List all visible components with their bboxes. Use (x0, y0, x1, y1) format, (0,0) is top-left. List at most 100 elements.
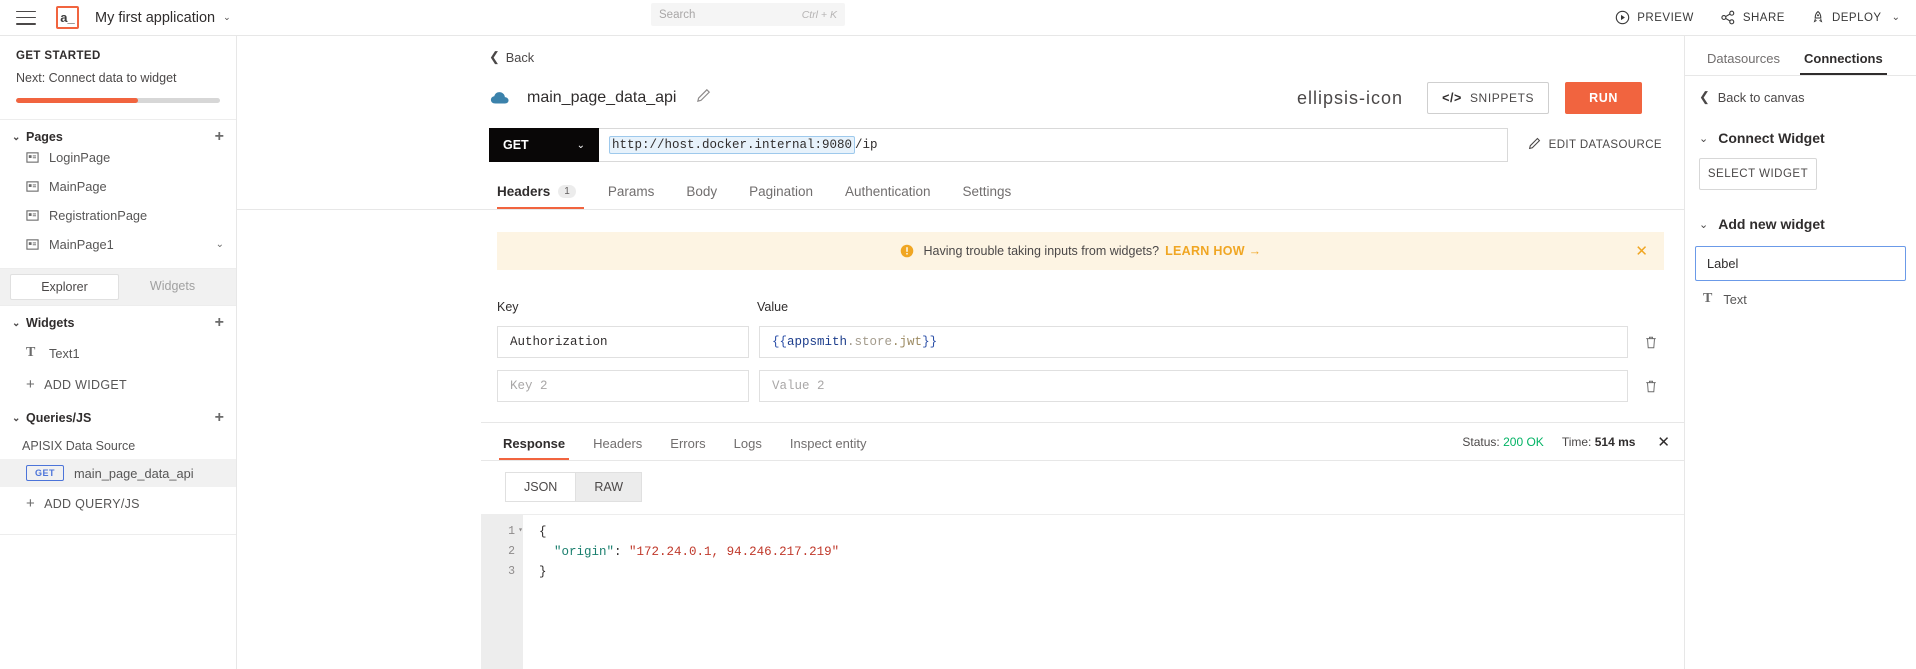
code-line: } (539, 565, 1684, 585)
sidebar-item-loginpage[interactable]: LoginPage (0, 152, 236, 172)
deploy-button[interactable]: DEPLOY (1811, 10, 1882, 25)
time-label: Time: (1561, 435, 1592, 449)
header-value-input[interactable]: {{appsmith.store.jwt}} (759, 326, 1628, 358)
tab-connections[interactable]: Connections (1792, 51, 1895, 75)
header-value-input[interactable]: Value 2 (759, 370, 1628, 402)
tab-widgets[interactable]: Widgets (119, 274, 226, 300)
right-panel: Datasources Connections ❮ Back to canvas… (1684, 36, 1916, 669)
line-number: ▾ 1 (508, 525, 523, 538)
time-value: 514 ms (1594, 435, 1636, 449)
tab-explorer[interactable]: Explorer (10, 274, 119, 300)
api-header: main_page_data_api ellipsis-icon </> SNI… (237, 66, 1684, 114)
url-input[interactable]: http://host.docker.internal:9080 /ip (599, 128, 1508, 162)
chevron-down-icon: ⌄ (12, 412, 21, 424)
tab-settings[interactable]: Settings (947, 184, 1028, 209)
tab-response-headers[interactable]: Headers (579, 436, 656, 460)
widget-option-text[interactable]: T Text (1685, 281, 1916, 317)
add-query-label: ADD QUERY/JS (44, 496, 140, 511)
tab-json[interactable]: JSON (505, 472, 576, 502)
add-widget-button[interactable]: + ADD WIDGET (0, 368, 236, 401)
tab-logs[interactable]: Logs (720, 436, 776, 460)
delete-header-button[interactable] (1638, 335, 1664, 350)
app-logo[interactable]: a_ (56, 6, 79, 29)
response-json-body[interactable]: { "origin": "172.24.0.1, 94.246.217.219"… (523, 515, 1684, 669)
queries-label: Queries/JS (26, 411, 92, 425)
deploy-label: DEPLOY (1831, 11, 1882, 24)
tab-headers[interactable]: Headers 1 (489, 184, 592, 209)
share-button[interactable]: SHARE (1720, 10, 1785, 25)
text-widget-icon: T (26, 345, 36, 360)
pages-label: Pages (26, 130, 63, 144)
header-value-token: {{appsmith.store.jwt}} (772, 335, 938, 349)
sidebar-item-mainpage1[interactable]: MainPage1 ⌄ (0, 230, 236, 259)
tab-label: Authentication (844, 184, 931, 199)
line-number-gutter: ▾ 1 2 3 (481, 515, 523, 669)
tab-authentication[interactable]: Authentication (829, 184, 947, 209)
chevron-down-icon: ⌄ (12, 131, 21, 143)
learn-how-link[interactable]: LEARN HOW → (1165, 244, 1261, 258)
header-key-input[interactable]: Key 2 (497, 370, 749, 402)
application-title[interactable]: My first application (95, 10, 215, 26)
back-row: ❮ Back (237, 36, 1684, 66)
header-key-input[interactable]: Authorization (497, 326, 749, 358)
back-to-canvas-button[interactable]: ❮ Back to canvas (1685, 76, 1916, 118)
fold-arrow-icon[interactable]: ▾ (518, 525, 523, 535)
add-page-button[interactable]: + (215, 129, 224, 145)
sidebar-item-mainpage[interactable]: MainPage (0, 172, 236, 201)
run-button[interactable]: RUN (1565, 82, 1642, 114)
add-query-plus-button[interactable]: + (215, 410, 224, 426)
time-group: Time: 514 ms (1562, 435, 1636, 449)
queries-section-header[interactable]: ⌄ Queries/JS + (0, 401, 236, 433)
chevron-down-icon[interactable]: ⌄ (216, 239, 224, 250)
sidebar-item-text1[interactable]: T Text1 (0, 338, 236, 368)
widget-option-label: Text (1723, 291, 1747, 307)
select-widget-button[interactable]: SELECT WIDGET (1699, 158, 1817, 190)
tab-inspect-entity[interactable]: Inspect entity (776, 436, 881, 460)
close-icon[interactable]: ✕ (1635, 242, 1648, 260)
sidebar-item-label: MainPage (49, 179, 107, 194)
connect-widget-section-header[interactable]: ⌄ Connect Widget (1685, 118, 1916, 154)
sidebar-item-main-page-data-api[interactable]: GET main_page_data_api (0, 459, 236, 487)
search-input[interactable]: Search Ctrl + K (651, 3, 845, 26)
close-icon[interactable]: ✕ (1657, 433, 1670, 451)
response-pane: Response Headers Errors Logs Inspect ent… (481, 422, 1684, 669)
widgets-section-header[interactable]: ⌄ Widgets + (0, 306, 236, 338)
sidebar-item-registrationpage[interactable]: RegistrationPage (0, 201, 236, 230)
tab-label: Headers (497, 184, 551, 199)
right-panel-tabs: Datasources Connections (1685, 36, 1916, 76)
http-method-chip: GET (26, 465, 65, 481)
share-label: SHARE (1742, 11, 1785, 24)
edit-datasource-button[interactable]: EDIT DATASOURCE (1508, 137, 1684, 153)
snippets-button[interactable]: </> SNIPPETS (1427, 82, 1550, 114)
sidebar-item-label: MainPage1 (49, 237, 114, 252)
widget-label-input[interactable]: Label (1695, 246, 1906, 281)
tab-pagination[interactable]: Pagination (733, 184, 829, 209)
json-brace: } (539, 565, 547, 579)
back-to-canvas-label: Back to canvas (1717, 89, 1805, 105)
delete-header-button[interactable] (1638, 379, 1664, 394)
plus-icon: + (26, 376, 36, 393)
tab-errors[interactable]: Errors (656, 436, 719, 460)
api-name-label[interactable]: main_page_data_api (527, 89, 676, 107)
pages-section-header[interactable]: ⌄ Pages + (0, 120, 236, 152)
tab-response[interactable]: Response (489, 436, 579, 460)
ellipsis-icon[interactable]: ellipsis-icon (1289, 88, 1411, 109)
tab-params[interactable]: Params (592, 184, 671, 209)
widgets-label: Widgets (26, 316, 75, 330)
http-method-select[interactable]: GET ⌄ (489, 128, 599, 162)
pencil-icon[interactable] (696, 88, 711, 108)
warning-icon (900, 244, 914, 258)
tab-datasources[interactable]: Datasources (1695, 51, 1792, 75)
chevron-down-icon[interactable]: ⌄ (223, 12, 231, 23)
add-new-widget-section-header[interactable]: ⌄ Add new widget (1685, 204, 1916, 240)
tab-body[interactable]: Body (670, 184, 733, 209)
tab-raw[interactable]: RAW (575, 472, 643, 502)
tab-label: Params (607, 184, 655, 199)
back-button[interactable]: ❮ Back (489, 49, 534, 65)
preview-button[interactable]: PREVIEW (1615, 10, 1694, 25)
add-widget-plus-button[interactable]: + (215, 315, 224, 331)
deploy-chevron-down-icon[interactable]: ⌄ (1892, 12, 1900, 23)
add-query-js-button[interactable]: + ADD QUERY/JS (0, 487, 236, 520)
response-meta: Status: 200 OK Time: 514 ms ✕ (1462, 433, 1684, 460)
hamburger-icon[interactable] (16, 10, 36, 25)
